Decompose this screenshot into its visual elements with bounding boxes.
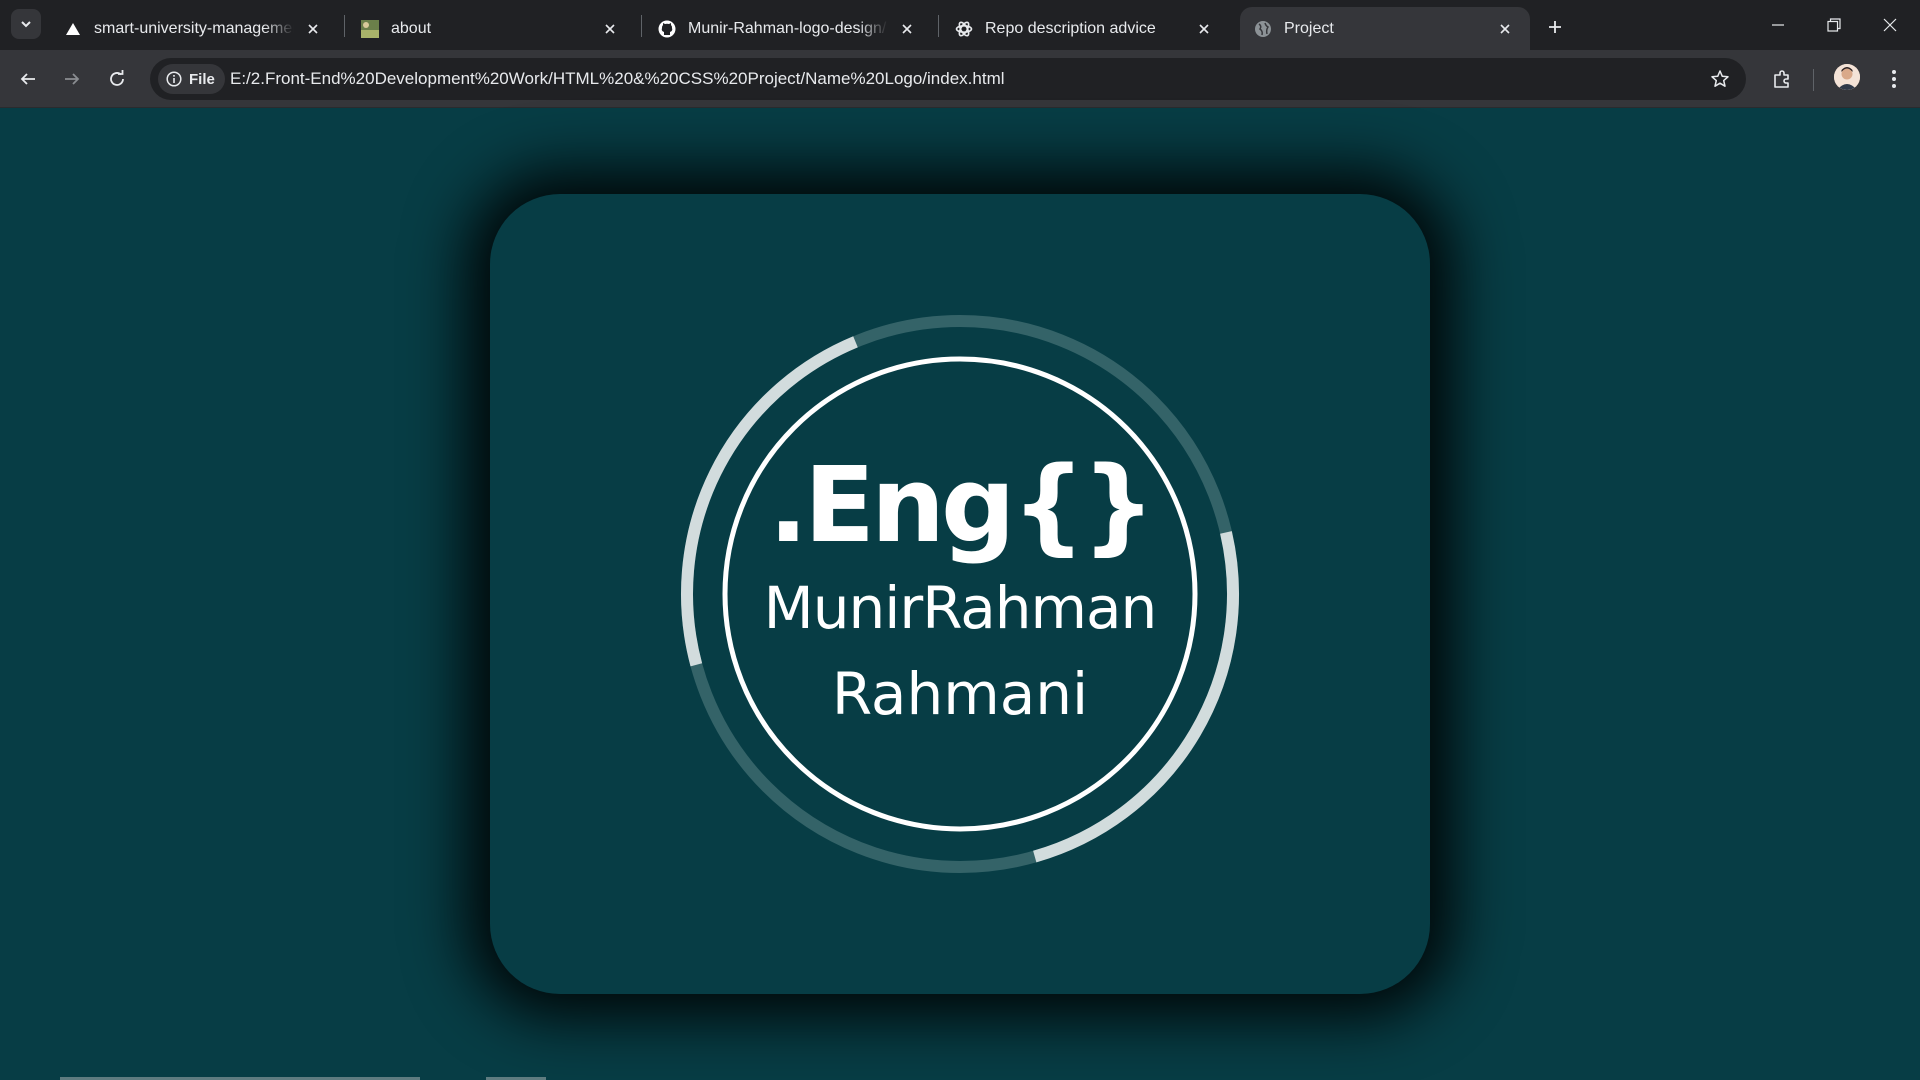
close-icon[interactable]: [599, 18, 621, 40]
back-button[interactable]: [12, 63, 44, 95]
tab-repo-description[interactable]: Repo description advice: [941, 7, 1229, 50]
reload-icon: [110, 70, 124, 86]
minimize-button[interactable]: [1750, 0, 1806, 50]
new-tab-button[interactable]: [1540, 12, 1570, 42]
restore-button[interactable]: [1806, 0, 1862, 50]
more-vertical-icon: [1892, 70, 1896, 88]
globe-icon: [1254, 20, 1272, 38]
tab-divider: [344, 15, 345, 37]
arrow-left-icon: [20, 73, 35, 85]
chatgpt-icon: [955, 20, 973, 38]
plus-icon: [1549, 21, 1561, 33]
tab-title: Project: [1284, 19, 1334, 37]
close-icon[interactable]: [1193, 18, 1215, 40]
star-icon[interactable]: [1708, 67, 1732, 91]
site-info-chip[interactable]: File: [158, 64, 225, 94]
tab-smart-university[interactable]: smart-university-management-: [50, 7, 338, 50]
info-icon: [166, 71, 182, 87]
site-chip-label: File: [189, 70, 215, 88]
tab-title: about: [391, 19, 432, 37]
profile-avatar[interactable]: [1834, 64, 1860, 90]
logo-name-line-1: MunirRahman: [763, 574, 1158, 642]
tab-search-button[interactable]: [11, 9, 41, 39]
close-icon[interactable]: [896, 18, 918, 40]
toolbar-divider: [1813, 69, 1814, 91]
tab-title: Repo description advice: [985, 19, 1156, 37]
close-icon[interactable]: [1494, 18, 1516, 40]
address-bar[interactable]: File E:/2.Front-End%20Development%20Work…: [150, 58, 1746, 100]
close-icon: [1883, 18, 1897, 32]
forward-button[interactable]: [56, 63, 88, 95]
tab-strip: smart-university-management- about Munir…: [0, 0, 1920, 50]
tab-project[interactable]: Project: [1240, 7, 1530, 50]
logo-title: .Eng{}: [768, 444, 1155, 566]
tab-divider: [938, 15, 939, 37]
close-icon[interactable]: [302, 18, 324, 40]
chevron-down-icon: [21, 21, 31, 28]
arrow-right-icon: [65, 73, 80, 85]
tab-about[interactable]: about: [347, 7, 635, 50]
logo-name-line-2: Rahmani: [831, 660, 1089, 728]
menu-button[interactable]: [1878, 63, 1910, 95]
vercel-triangle-icon: [64, 20, 82, 38]
page-viewport: .Eng{} MunirRahman Rahmani: [0, 108, 1920, 1080]
image-thumbnail-icon: [361, 19, 379, 38]
browser-toolbar: File E:/2.Front-End%20Development%20Work…: [0, 50, 1920, 108]
minimize-icon: [1772, 24, 1784, 26]
tab-github-repo[interactable]: Munir-Rahman-logo-design/RE: [644, 7, 932, 50]
close-window-button[interactable]: [1862, 0, 1918, 50]
extensions-button[interactable]: [1766, 63, 1798, 95]
tab-divider: [641, 15, 642, 37]
github-icon: [658, 20, 676, 38]
tab-title: smart-university-management-: [94, 19, 294, 37]
logo-card: .Eng{} MunirRahman Rahmani: [490, 194, 1430, 994]
puzzle-icon: [1774, 70, 1789, 88]
reload-button[interactable]: [101, 63, 133, 95]
url-text[interactable]: E:/2.Front-End%20Development%20Work/HTML…: [230, 58, 1005, 100]
restore-icon: [1827, 18, 1841, 32]
tab-title: Munir-Rahman-logo-design/RE: [688, 19, 888, 37]
